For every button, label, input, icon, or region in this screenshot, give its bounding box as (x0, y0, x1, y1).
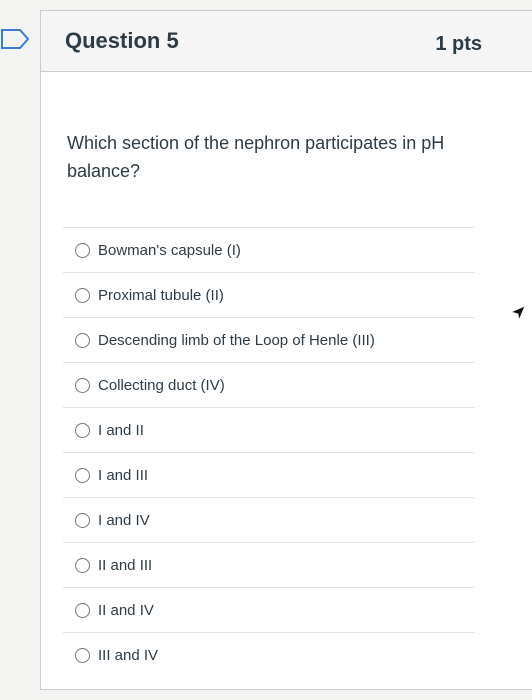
radio-icon[interactable] (75, 467, 90, 483)
answer-option-2[interactable]: Proximal tubule (II) (63, 272, 475, 317)
answer-option-5[interactable]: I and II (63, 407, 475, 452)
answer-option-4[interactable]: Collecting duct (IV) (63, 362, 475, 407)
cursor-icon (509, 305, 526, 322)
answer-label: III and IV (98, 646, 159, 664)
radio-icon[interactable] (75, 332, 90, 348)
answer-option-9[interactable]: II and IV (63, 587, 475, 632)
radio-icon[interactable] (75, 512, 90, 528)
question-text: Which section of the nephron participate… (67, 133, 445, 181)
answer-label: Proximal tubule (II) (98, 286, 224, 304)
bookmark-icon[interactable] (0, 28, 30, 50)
answer-label: I and IV (98, 511, 150, 529)
answer-option-10[interactable]: III and IV (63, 632, 475, 677)
answer-option-7[interactable]: I and IV (63, 497, 475, 542)
answer-label: I and II (98, 421, 144, 439)
radio-icon[interactable] (75, 557, 90, 573)
radio-icon[interactable] (75, 377, 90, 393)
radio-icon[interactable] (75, 602, 90, 618)
answer-label: II and IV (98, 601, 154, 619)
radio-icon[interactable] (75, 422, 90, 438)
answer-label: I and III (98, 466, 149, 484)
answer-label: II and III (98, 556, 153, 574)
question-card: Question 5 1 pts Which section of the ne… (40, 10, 532, 690)
radio-icon[interactable] (75, 287, 90, 303)
question-title: Question 5 (65, 28, 179, 53)
radio-icon[interactable] (75, 647, 90, 663)
question-header: Question 5 1 pts (41, 11, 532, 72)
answer-option-8[interactable]: II and III (63, 542, 475, 587)
answer-option-6[interactable]: I and III (63, 452, 475, 497)
answer-option-1[interactable]: Bowman's capsule (I) (63, 227, 475, 272)
radio-icon[interactable] (75, 242, 90, 258)
answer-label: Collecting duct (IV) (98, 376, 225, 394)
answer-list: Bowman's capsule (I) Proximal tubule (II… (63, 227, 475, 677)
answer-label: Bowman's capsule (I) (98, 241, 241, 259)
answer-option-3[interactable]: Descending limb of the Loop of Henle (II… (63, 317, 475, 362)
question-points: 1 pts (435, 33, 482, 55)
answer-label: Descending limb of the Loop of Henle (II… (98, 331, 375, 349)
